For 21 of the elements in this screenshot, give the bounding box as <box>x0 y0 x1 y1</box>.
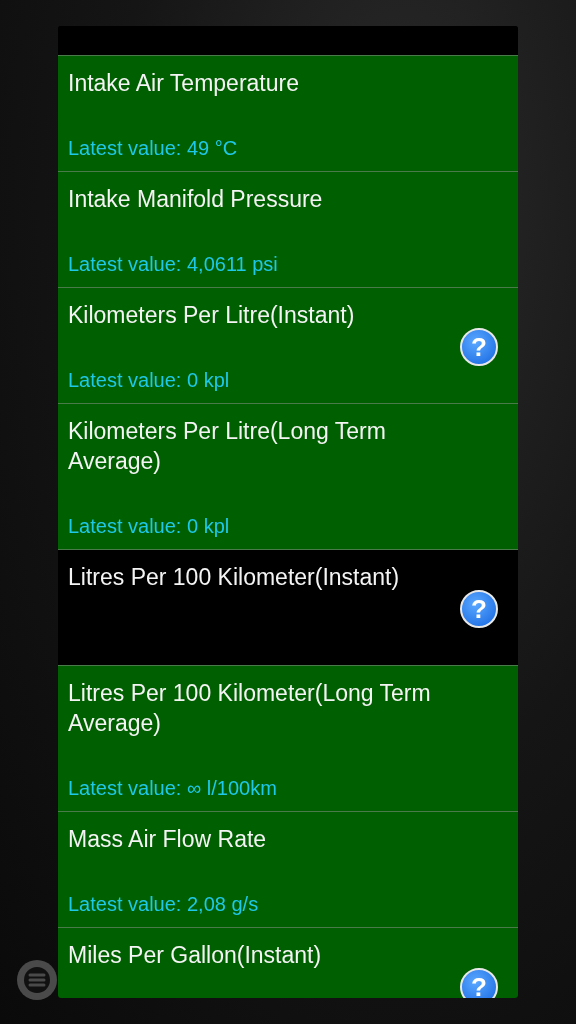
sensor-title: Kilometers Per Litre(Long Term Average) <box>68 417 387 476</box>
sensor-title: Litres Per 100 Kilometer(Instant) <box>68 563 401 592</box>
sensor-row[interactable]: Miles Per Gallon(Instant) ? <box>58 927 518 998</box>
latest-value: Latest value: 0 kpl <box>68 514 231 539</box>
sensor-title: Intake Manifold Pressure <box>68 185 324 214</box>
sensor-title: Kilometers Per Litre(Instant) <box>68 301 356 330</box>
latest-value: Latest value: 4,0611 psi <box>68 252 279 277</box>
sensor-title: Intake Air Temperature <box>68 69 300 98</box>
sensor-row[interactable]: Kilometers Per Litre(Instant) Latest value: 0 kpl ? <box>58 287 518 403</box>
sensor-row[interactable]: Mass Air Flow Rate Latest value: 2,08 g/s <box>58 811 518 927</box>
sensor-title: Miles Per Gallon(Instant) <box>68 941 323 970</box>
sensor-row[interactable]: Intake Manifold Pressure Latest value: 4,0611 psi <box>58 171 518 287</box>
sensor-row[interactable]: Litres Per 100 Kilometer(Long Term Average) Latest value: ∞ l/100km <box>58 665 518 811</box>
sensor-row[interactable]: Kilometers Per Litre(Long Term Average) Latest value: 0 kpl <box>58 403 518 549</box>
sensor-row[interactable]: Intake Air Temperature Latest value: 49 °C <box>58 55 518 171</box>
sensor-title: Litres Per 100 Kilometer(Long Term Average) <box>68 679 432 738</box>
sensor-title: Mass Air Flow Rate <box>68 825 268 854</box>
latest-value: Latest value: 49 °C <box>68 136 239 161</box>
latest-value: Latest value: 0 kpl <box>68 368 231 393</box>
latest-value: Latest value: ∞ l/100km <box>68 776 278 801</box>
latest-value: Latest value: 2,08 g/s <box>68 892 260 917</box>
